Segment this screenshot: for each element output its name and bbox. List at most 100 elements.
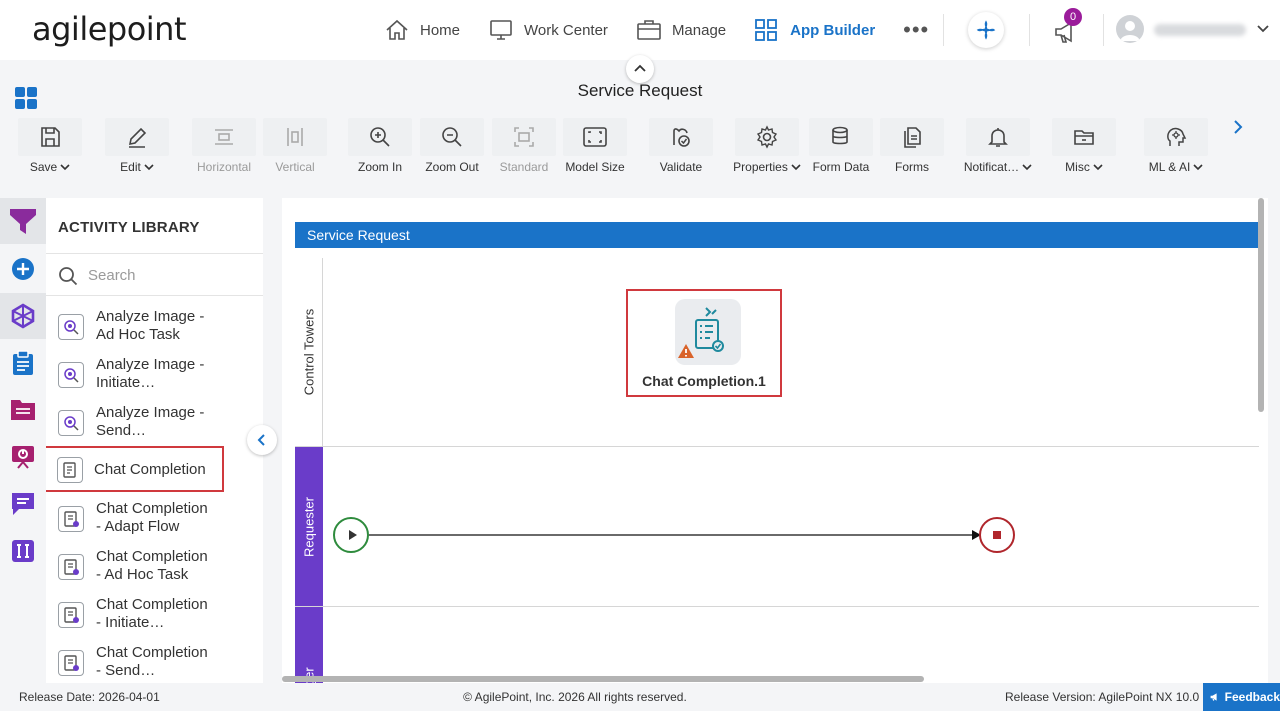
- activity-line2: Initiate…: [96, 374, 156, 391]
- ml-ai-label: ML & AI: [1148, 160, 1191, 174]
- vertical-scrollbar[interactable]: [1258, 198, 1264, 412]
- nav-manage[interactable]: Manage: [636, 0, 726, 60]
- rail-tasks[interactable]: [0, 340, 46, 386]
- notification-count-badge: 0: [1064, 8, 1082, 26]
- standard-size-button[interactable]: Standard: [492, 118, 556, 174]
- feedback-label: Feedback: [1224, 690, 1280, 704]
- activity-analyze-image-initiate[interactable]: Analyze Image - Initiate…: [46, 350, 263, 398]
- rail-integration[interactable]: [0, 528, 46, 574]
- user-avatar[interactable]: [1116, 15, 1144, 43]
- properties-button[interactable]: Properties: [733, 118, 801, 174]
- activity-label: Chat Completion.1: [642, 373, 766, 389]
- save-button[interactable]: Save: [18, 118, 82, 174]
- end-event[interactable]: [979, 517, 1015, 553]
- vertical-label: Vertical: [275, 160, 315, 174]
- rail-documents[interactable]: [0, 387, 46, 433]
- activity-line1: Chat Completion: [94, 461, 206, 478]
- vertical-layout-button[interactable]: Vertical: [263, 118, 327, 174]
- chevron-down-icon[interactable]: [1256, 22, 1270, 36]
- pencil-icon: [128, 127, 147, 148]
- standard-icon: [514, 127, 534, 147]
- user-icon: [1120, 21, 1140, 41]
- ai-spark-icon: [976, 20, 996, 40]
- model-size-label: Model Size: [565, 160, 625, 174]
- lane-requester[interactable]: Requester: [295, 447, 1259, 607]
- nav-work-center-label: Work Center: [524, 21, 608, 39]
- lane-manager[interactable]: anager: [295, 607, 1259, 683]
- presentation-icon: [12, 446, 34, 469]
- forms-label: Forms: [895, 160, 929, 174]
- activity-line1: Analyze Image -: [96, 356, 205, 373]
- edit-button[interactable]: Edit: [105, 118, 169, 174]
- nav-home[interactable]: Home: [384, 0, 460, 60]
- clipboard-icon: [13, 350, 33, 375]
- chat-bubble-icon: [12, 493, 34, 515]
- misc-button[interactable]: Misc: [1052, 118, 1116, 174]
- database-icon: [832, 126, 848, 145]
- analyze-image-icon: [58, 314, 84, 340]
- rail-activity-library[interactable]: [0, 198, 46, 244]
- chevron-down-icon: [1093, 164, 1103, 171]
- zoom-out-button[interactable]: Zoom Out: [420, 118, 484, 174]
- chat-completion-icon: [57, 457, 83, 483]
- process-canvas[interactable]: Service Request Control Towers Requester…: [282, 198, 1268, 683]
- lane-label-text: Control Towers: [301, 308, 316, 396]
- feedback-button[interactable]: Feedback: [1203, 683, 1280, 711]
- left-rail: [0, 198, 46, 683]
- model-size-button[interactable]: Model Size: [563, 118, 627, 174]
- ai-assistant-button[interactable]: [968, 12, 1004, 48]
- horizontal-layout-button[interactable]: Horizontal: [192, 118, 256, 174]
- nav-work-center[interactable]: Work Center: [488, 0, 608, 60]
- search-input[interactable]: [88, 264, 248, 286]
- agilepoint-logo[interactable]: agilepoint: [32, 10, 187, 48]
- validate-button[interactable]: Validate: [649, 118, 713, 174]
- lane-label[interactable]: anager: [295, 607, 323, 683]
- nav-divider: [943, 14, 944, 46]
- more-menu-button[interactable]: •••: [903, 0, 929, 60]
- search-icon: [59, 267, 78, 286]
- nav-app-builder[interactable]: App Builder: [754, 0, 875, 60]
- form-data-label: Form Data: [812, 160, 870, 174]
- save-label: Save: [29, 160, 58, 174]
- rail-presentation[interactable]: [0, 434, 46, 480]
- rail-add[interactable]: [0, 246, 46, 292]
- forms-button[interactable]: Forms: [880, 118, 944, 174]
- funnel-icon: [10, 209, 36, 234]
- play-icon: [349, 530, 357, 540]
- activity-analyze-image-ad-hoc-task[interactable]: Analyze Image - Ad Hoc Task: [46, 302, 263, 350]
- lane-label[interactable]: Control Towers: [295, 258, 323, 446]
- activity-library-title: ACTIVITY LIBRARY: [58, 219, 200, 236]
- vertical-icon: [287, 128, 303, 146]
- form-data-button[interactable]: Form Data: [809, 118, 873, 174]
- activity-chat-completion[interactable]: Chat Completion: [46, 446, 224, 492]
- activity-chat-completion-ad-hoc-task[interactable]: Chat Completion - Ad Hoc Task: [46, 542, 263, 590]
- collapse-header-button[interactable]: [626, 55, 654, 83]
- lane-label[interactable]: Requester: [295, 447, 323, 606]
- zoom-in-button[interactable]: Zoom In: [348, 118, 412, 174]
- activity-line1: Chat Completion: [96, 596, 208, 613]
- bell-icon: [988, 128, 1008, 147]
- activity-line2: - Initiate…: [96, 614, 165, 631]
- activity-shape[interactable]: [675, 299, 741, 365]
- zoom-in-label: Zoom In: [357, 160, 402, 174]
- chat-completion-activity[interactable]: Chat Completion.1: [626, 289, 782, 397]
- ml-ai-button[interactable]: ML & AI: [1144, 118, 1208, 174]
- start-event[interactable]: [333, 517, 369, 553]
- pool-header[interactable]: Service Request: [295, 222, 1261, 248]
- activity-chat-completion-adapt-flow[interactable]: Chat Completion - Adapt Flow: [46, 494, 263, 542]
- user-name: [1154, 24, 1246, 36]
- chevron-right-icon[interactable]: [1230, 119, 1246, 135]
- collapse-library-button[interactable]: [247, 425, 277, 455]
- rail-ai-activities[interactable]: [0, 293, 46, 339]
- activity-line1: Chat Completion: [96, 644, 208, 661]
- standard-label: Standard: [499, 160, 549, 174]
- notifications-menu-button[interactable]: Notificat…: [964, 118, 1032, 174]
- activity-chat-completion-send[interactable]: Chat Completion - Send…: [46, 638, 263, 683]
- activity-line1: Chat Completion: [96, 548, 208, 565]
- notifications-button[interactable]: 0: [1052, 8, 1084, 48]
- activity-chat-completion-initiate[interactable]: Chat Completion - Initiate…: [46, 590, 263, 638]
- horizontal-scrollbar[interactable]: [282, 676, 924, 682]
- nav-home-label: Home: [420, 21, 461, 39]
- rail-messages[interactable]: [0, 481, 46, 527]
- activity-analyze-image-send[interactable]: Analyze Image - Send…: [46, 398, 263, 446]
